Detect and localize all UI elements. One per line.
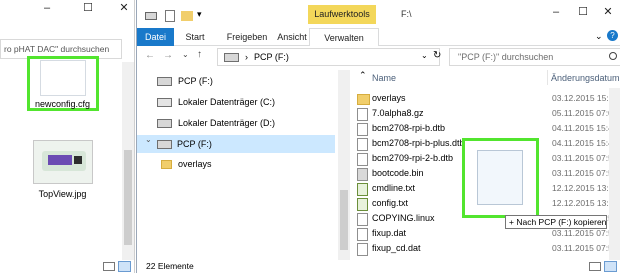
drag-file-icon xyxy=(477,150,523,205)
nav-item-selected-pcp[interactable]: ⌄ PCP (F:) xyxy=(137,135,335,153)
drag-copy-tooltip: + Nach PCP (F:) kopieren xyxy=(505,215,607,229)
new-folder-icon[interactable] xyxy=(181,11,193,21)
left-explorer-window: – ☐ ✕ ro pHAT DAC" durchsuchen newconfig… xyxy=(0,0,135,273)
table-row[interactable]: bootcode.bin xyxy=(357,166,424,181)
details-view-icon[interactable] xyxy=(589,262,601,271)
folder-icon xyxy=(357,94,370,105)
breadcrumb-chevron-icon: › xyxy=(245,52,248,62)
sort-chevron-icon: ⌃ xyxy=(359,70,367,80)
drive-icon xyxy=(157,140,172,149)
drive-icon xyxy=(157,119,172,129)
details-view-icon[interactable] xyxy=(103,262,115,271)
drive-icon xyxy=(157,77,172,87)
text-file-icon xyxy=(357,183,368,196)
ribbon-expand-icon[interactable]: ⌄ xyxy=(595,31,603,42)
properties-icon[interactable] xyxy=(165,10,175,22)
tab-datei[interactable]: Datei xyxy=(137,28,174,46)
tab-verwalten[interactable]: Verwalten xyxy=(309,28,379,47)
table-row[interactable]: cmdline.txt xyxy=(357,181,415,196)
search-input[interactable]: "PCP (F:)" durchsuchen xyxy=(449,48,620,66)
ribbon-tabs: Datei Start Freigeben Ansicht Verwalten … xyxy=(137,28,620,47)
quick-access-dropdown-icon[interactable]: ▾ xyxy=(197,9,202,20)
help-icon[interactable]: ? xyxy=(607,30,618,41)
nav-scrollbar-thumb[interactable] xyxy=(340,190,348,250)
table-row[interactable]: overlays xyxy=(357,91,406,106)
maximize-button[interactable]: ☐ xyxy=(77,0,99,18)
column-divider[interactable] xyxy=(547,70,548,85)
address-bar[interactable]: › PCP (F:) xyxy=(217,48,440,66)
file-date: 03.11.2015 07:58 xyxy=(552,243,618,253)
refresh-icon[interactable]: ↻ xyxy=(433,50,441,61)
windows-drive-icon xyxy=(157,98,172,108)
file-list: ⌃ Name Änderungsdatum overlays 03.12.201… xyxy=(357,70,620,260)
file-date: 04.11.2015 15:48 xyxy=(552,123,618,133)
tab-ansicht[interactable]: Ansicht xyxy=(273,28,311,46)
tab-start[interactable]: Start xyxy=(177,28,213,46)
tab-freigeben[interactable]: Freigeben xyxy=(223,28,271,46)
file-icon xyxy=(357,243,368,256)
collapse-chevron-icon[interactable]: ⌄ xyxy=(145,135,152,144)
file-date: 03.11.2015 07:58 xyxy=(552,153,618,163)
file-icon xyxy=(357,138,368,151)
table-row[interactable]: fixup_cd.dat xyxy=(357,241,421,256)
maximize-button[interactable]: ☐ xyxy=(572,4,594,22)
drag-ghost-highlight xyxy=(462,138,539,218)
file-icon[interactable] xyxy=(40,60,86,96)
large-icons-view-icon[interactable] xyxy=(604,261,617,272)
file-scrollbar[interactable] xyxy=(609,88,620,260)
context-tab-label: Laufwerktools xyxy=(308,5,376,24)
item-count: 22 Elemente xyxy=(146,261,194,271)
table-row[interactable]: COPYING.linux xyxy=(357,211,435,226)
large-icons-view-icon[interactable] xyxy=(118,261,131,272)
minimize-button[interactable]: – xyxy=(36,0,58,18)
table-row[interactable]: bcm2708-rpi-b.dtb xyxy=(357,121,445,136)
file-date: 05.11.2015 07:00 xyxy=(552,108,618,118)
file-icon xyxy=(357,228,368,241)
text-file-icon xyxy=(357,198,368,211)
recent-locations-icon[interactable]: ⌄ xyxy=(182,50,189,59)
file-icon xyxy=(357,123,368,136)
binary-file-icon xyxy=(357,168,368,181)
file-icon xyxy=(357,153,368,166)
nav-item-pcp-drive[interactable]: PCP (F:) xyxy=(157,72,213,90)
drive-icon xyxy=(145,12,157,20)
drive-icon xyxy=(224,53,239,63)
table-row[interactable]: bcm2708-rpi-b-plus.dtb xyxy=(357,136,465,151)
status-bar: 22 Elemente xyxy=(137,260,620,273)
nav-item-d-drive[interactable]: Lokaler Datenträger (D:) xyxy=(157,114,275,132)
table-row[interactable]: config.txt xyxy=(357,196,408,211)
breadcrumb-item[interactable]: PCP (F:) xyxy=(254,52,289,62)
file-icon xyxy=(357,213,368,226)
file-date: 04.11.2015 15:48 xyxy=(552,138,618,148)
minimize-button[interactable]: – xyxy=(545,4,567,22)
search-icon xyxy=(609,52,617,60)
close-button[interactable]: ✕ xyxy=(113,0,135,18)
image-thumbnail-icon[interactable] xyxy=(33,140,93,184)
up-arrow-icon[interactable]: ↑ xyxy=(197,49,202,60)
file-date: 03.11.2015 07:58 xyxy=(552,168,618,178)
column-header-date[interactable]: Änderungsdatum xyxy=(551,73,620,83)
table-row[interactable]: bcm2709-rpi-2-b.dtb xyxy=(357,151,453,166)
table-row[interactable]: 7.0alpha8.gz xyxy=(357,106,424,121)
folder-icon xyxy=(161,160,172,170)
window-title: F:\ xyxy=(401,9,412,19)
forward-arrow-icon[interactable]: → xyxy=(163,50,173,61)
address-row: ← → ⌄ ↑ › PCP (F:) ⌄ ↻ "PCP (F:)" durchsu… xyxy=(137,46,620,68)
left-scrollbar-thumb[interactable] xyxy=(124,150,132,245)
file-icon xyxy=(357,108,368,121)
close-button[interactable]: ✕ xyxy=(597,4,619,22)
back-arrow-icon[interactable]: ← xyxy=(145,50,155,61)
title-bar: ▾ Laufwerktools F:\ – ☐ ✕ xyxy=(137,0,620,28)
address-dropdown-icon[interactable]: ⌄ xyxy=(421,51,428,60)
file-label-newconfig[interactable]: newconfig.cfg xyxy=(25,99,100,109)
nav-item-c-drive[interactable]: Lokaler Datenträger (C:) xyxy=(157,93,275,111)
file-label-topview[interactable]: TopView.jpg xyxy=(25,189,100,199)
table-row[interactable]: fixup.dat xyxy=(357,226,406,241)
column-header-name[interactable]: Name xyxy=(372,73,396,83)
nav-item-overlays[interactable]: overlays xyxy=(161,156,341,172)
right-explorer-window: ▾ Laufwerktools F:\ – ☐ ✕ Datei Start Fr… xyxy=(136,0,620,273)
